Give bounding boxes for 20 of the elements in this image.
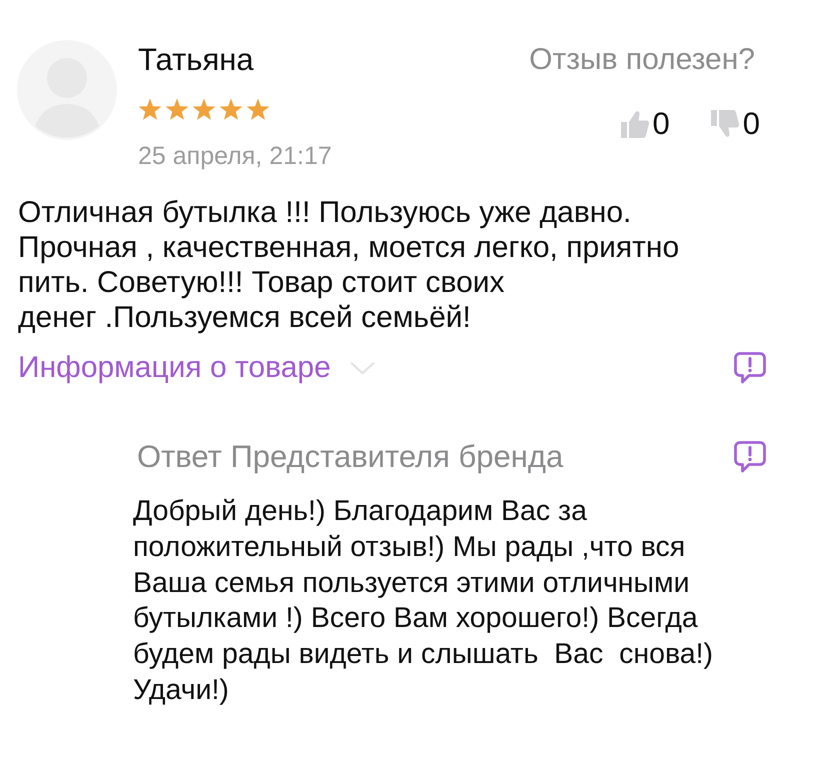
report-button[interactable] — [733, 351, 767, 385]
review-date: 25 апреля, 21:17 — [138, 141, 333, 171]
brand-reply-title: Ответ Представителя бренда — [137, 439, 564, 475]
star-icon — [192, 98, 216, 121]
star-icon — [246, 98, 270, 121]
thumbs-up-icon — [620, 110, 648, 138]
star-icon — [138, 98, 162, 121]
thumbs-down-icon — [710, 110, 739, 138]
helpful-prompt: Отзыв полезен? — [529, 42, 755, 78]
star-icon — [219, 98, 243, 121]
like-button[interactable]: 0 — [620, 108, 670, 140]
report-icon — [733, 351, 767, 385]
dislike-button[interactable]: 0 — [710, 108, 760, 140]
star-icon — [165, 98, 189, 121]
report-button[interactable] — [733, 440, 767, 474]
author-name: Татьяна — [138, 42, 255, 78]
review-text: Отличная бутылка !!! Пользуюсь уже давно. Прочная , качественная, моется легко, приятно пить. Советую!!! Товар стоит своих денег .Пользуемся всей семьёй! — [18, 195, 680, 335]
product-info-link[interactable]: Информация о товаре — [18, 350, 375, 386]
brand-reply-text: Добрый день!) Благодарим Вас за положительный отзыв!) Мы рады ,что вся Ваша семья пользуется этими отличными бутылками !) Всего Вам хорошего!) Всегда будем рады видеть и слышать Вас снова!) Удачи!) — [133, 494, 714, 708]
report-icon — [733, 440, 767, 474]
